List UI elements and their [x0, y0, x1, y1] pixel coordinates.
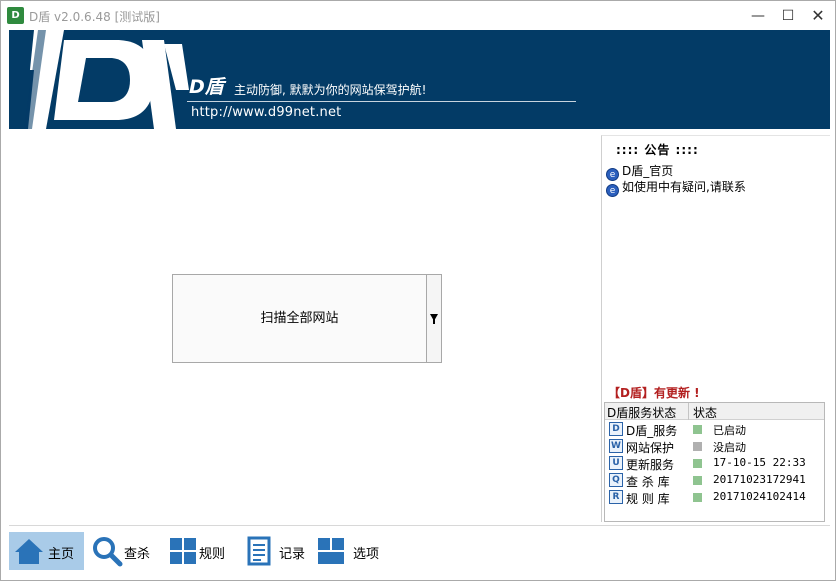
toolbar-rules[interactable]: 规则 [163, 532, 235, 570]
table-row[interactable]: W 网站保护 没启动 [605, 438, 824, 455]
website-link[interactable]: http://www.d99net.net [191, 105, 341, 120]
table-header: D盾服务状态 状态 [605, 403, 824, 420]
header-banner: D盾 主动防御, 默默为你的网站保驾护航! http://www.d99net.… [9, 30, 830, 129]
title-bar[interactable]: D D盾 v2.0.6.48 [测试版] — ☐ ✕ [1, 1, 835, 31]
column-header-service[interactable]: D盾服务状态 [607, 404, 676, 421]
status-indicator [693, 493, 702, 502]
scan-all-websites-button[interactable]: 扫描全部网站 [172, 274, 427, 363]
toolbar-options[interactable]: 选项 [311, 532, 385, 570]
app-logo-icon: D [7, 7, 24, 24]
status-panel: :::: 公告 :::: e D盾_官页 e 如使用中有疑问,请联系 【D盾】有更新… [601, 135, 830, 522]
close-button[interactable]: ✕ [803, 5, 833, 27]
brand-name: D盾 [189, 76, 224, 98]
toolbar-home[interactable]: 主页 [9, 532, 84, 570]
scan-library-icon: Q [609, 473, 623, 487]
window-title: D盾 v2.0.6.48 [测试版] [29, 10, 160, 24]
banner-divider [187, 101, 576, 102]
table-row[interactable]: Q 查 杀 库 20171023172941 [605, 472, 824, 489]
d-service-icon: D [609, 422, 623, 436]
column-header-status[interactable]: 状态 [693, 404, 717, 421]
toolbar-scan[interactable]: 查杀 [87, 532, 159, 570]
options-icon [318, 538, 344, 564]
ie-icon: e [606, 184, 619, 197]
status-indicator [693, 476, 702, 485]
notice-heading: :::: 公告 :::: [616, 143, 699, 157]
log-icon [247, 536, 271, 566]
app-window: D D盾 v2.0.6.48 [测试版] — ☐ ✕ D盾 主动防御, 默默为你… [0, 0, 836, 581]
rule-library-icon: R [609, 490, 623, 504]
update-service-icon: U [609, 456, 623, 470]
minimize-button[interactable]: — [743, 5, 773, 27]
status-indicator [693, 459, 702, 468]
grid-icon [170, 538, 196, 564]
scan-options-dropdown[interactable] [426, 274, 442, 363]
web-protect-icon: W [609, 439, 623, 453]
home-icon [15, 539, 43, 564]
bottom-toolbar: 主页 查杀 规则 记录 选项 [9, 525, 830, 575]
update-available-notice[interactable]: 【D盾】有更新 ! [608, 384, 700, 401]
magnifier-icon [93, 537, 123, 567]
brand-slogan: 主动防御, 默默为你的网站保驾护航! [234, 83, 427, 97]
maximize-button[interactable]: ☐ [773, 5, 803, 27]
d-shield-logo-icon [24, 30, 189, 129]
notice-item-contact[interactable]: e 如使用中有疑问,请联系 [606, 178, 746, 197]
status-indicator [693, 425, 702, 434]
table-row[interactable]: U 更新服务 17-10-15 22:33 [605, 455, 824, 472]
toolbar-logs[interactable]: 记录 [239, 532, 311, 570]
service-status-table: D盾服务状态 状态 D D盾_服务 已启动 W 网站保护 没启动 U 更新服务 … [604, 402, 825, 522]
table-row[interactable]: D D盾_服务 已启动 [605, 421, 824, 438]
status-indicator [693, 442, 702, 451]
table-row[interactable]: R 规 则 库 20171024102414 [605, 489, 824, 506]
